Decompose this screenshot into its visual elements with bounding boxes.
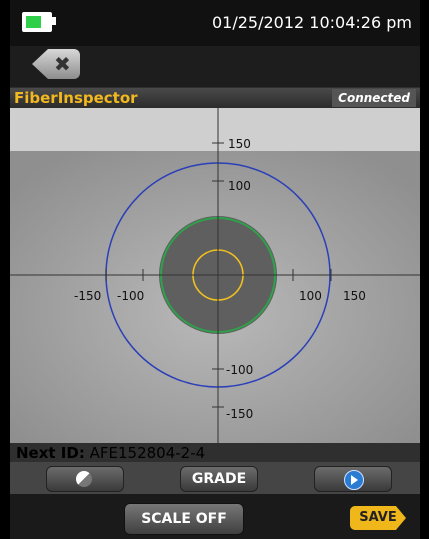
battery-tip [52,17,56,25]
next-id-label: Next ID: [16,444,85,462]
save-button[interactable]: SAVE [350,506,406,530]
connection-status-badge: Connected [332,89,416,107]
close-icon: ✖ [54,52,71,76]
fiber-end-face-view[interactable]: -150 -100 100 150 150 100 -100 -150 [10,108,420,443]
y-tick-label: -100 [226,363,253,377]
fiber-scope-image: -150 -100 100 150 150 100 -100 -150 [10,108,420,443]
contrast-button[interactable] [46,466,124,492]
datetime: 01/25/2012 10:04:26 pm [212,13,412,32]
back-bar: ✖ [10,46,420,87]
bottom-bar: SCALE OFF SAVE [10,494,420,539]
y-tick-label: 150 [228,137,251,151]
play-icon [344,470,364,490]
next-id: Next ID: AFE152804-2-4 [16,443,205,463]
battery-icon [22,12,52,32]
back-button[interactable]: ✖ [32,49,80,79]
y-tick-label: -150 [226,407,253,421]
contrast-icon [76,471,92,487]
x-tick-label: -100 [117,289,144,303]
y-tick-label: 100 [228,179,251,193]
x-tick-label: 150 [343,289,366,303]
live-view-button[interactable] [314,466,392,492]
battery-level [26,16,42,28]
grade-button[interactable]: GRADE [180,466,258,492]
status-bar: 01/25/2012 10:04:26 pm [10,0,420,46]
next-id-value: AFE152804-2-4 [89,444,206,462]
app-title: FiberInspector [14,89,138,107]
x-tick-label: -150 [74,289,101,303]
scale-button[interactable]: SCALE OFF [124,503,244,535]
toolbar: GRADE [10,462,420,494]
title-bar: FiberInspector Connected [10,88,420,108]
device-screen: 01/25/2012 10:04:26 pm ✖ FiberInspector … [10,0,420,539]
x-tick-label: 100 [299,289,322,303]
